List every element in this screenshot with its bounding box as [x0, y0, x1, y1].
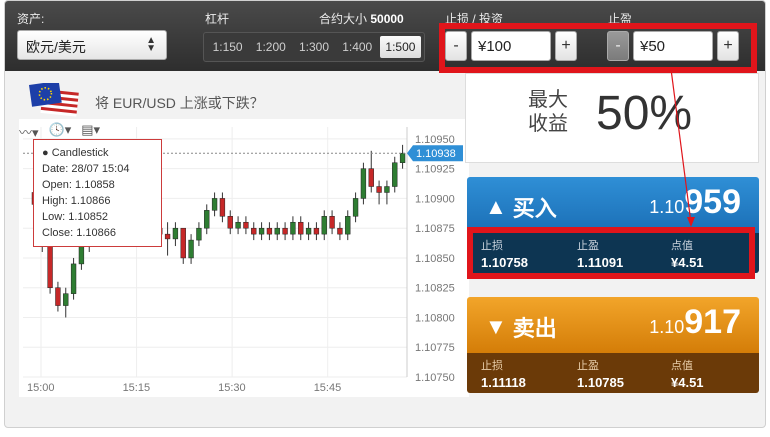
trading-widget: 资产: 欧元/美元 ▲ ▼ 杠杆 合约大小 50000 1:150 1:200 1… — [4, 0, 766, 428]
annotation-arrow — [670, 68, 695, 227]
